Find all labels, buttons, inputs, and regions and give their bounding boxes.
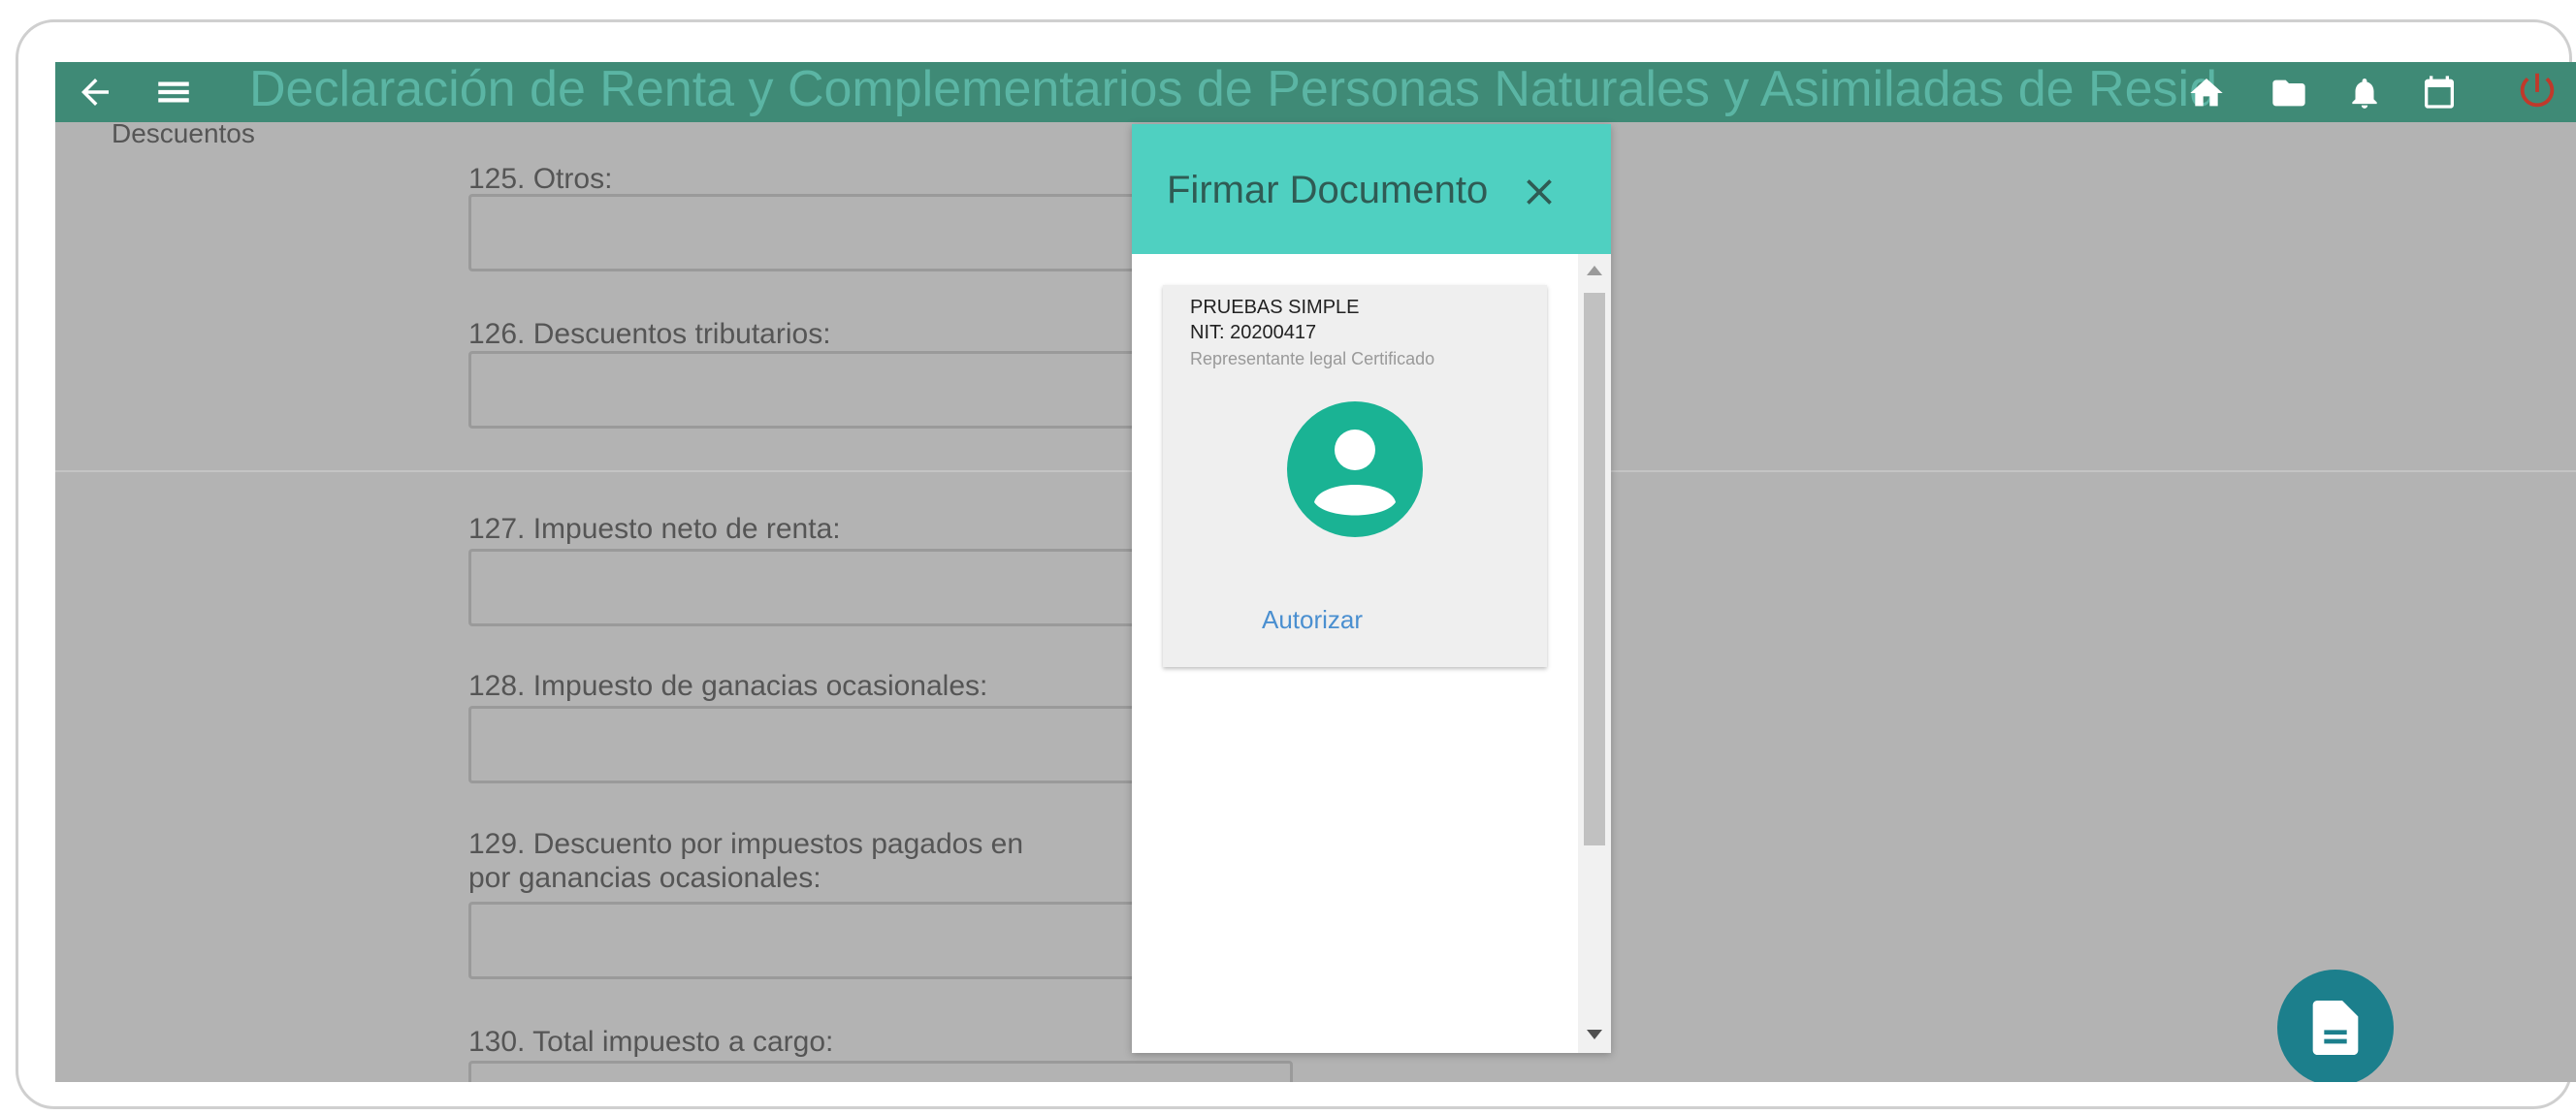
app-bar: Declaración de Renta y Complementarios d… (55, 62, 2576, 122)
field-label-126: 126. Descuentos tributarios: (468, 318, 831, 350)
calendar-icon[interactable] (2420, 72, 2459, 117)
home-icon[interactable] (2187, 74, 2226, 117)
modal-title: Firmar Documento (1167, 169, 1489, 211)
signer-nit: NIT: 20200417 (1190, 322, 1317, 343)
signer-role: Representante legal Certificado (1190, 349, 1435, 368)
field-label-127: 127. Impuesto neto de renta: (468, 513, 841, 545)
signer-name: PRUEBAS SIMPLE (1190, 297, 1360, 318)
field-label-129-line2: por ganancias ocasionales: (468, 862, 821, 894)
signer-card: PRUEBAS SIMPLE NIT: 20200417 Representan… (1163, 285, 1547, 667)
field-130-input[interactable] (468, 1061, 1293, 1082)
authorize-button[interactable]: Autorizar (1262, 605, 1363, 635)
user-avatar-icon (1287, 401, 1423, 537)
document-fab-button[interactable] (2277, 970, 2394, 1082)
scroll-up-arrow-icon[interactable] (1587, 266, 1602, 275)
bell-icon[interactable] (2346, 74, 2383, 117)
field-label-130: 130. Total impuesto a cargo: (468, 1026, 834, 1058)
field-label-129-line1: 129. Descuento por impuestos pagados en (468, 828, 1024, 860)
page-title: Declaración de Renta y Complementarios d… (249, 62, 2217, 117)
modal-scrollbar[interactable] (1578, 254, 1611, 1053)
sign-document-modal: Firmar Documento PRUEBAS SIMPLE NIT: 202… (1132, 124, 1611, 1053)
app-screen: Declaración de Renta y Complementarios d… (55, 62, 2576, 1082)
modal-body: PRUEBAS SIMPLE NIT: 20200417 Representan… (1132, 254, 1611, 1053)
document-icon (2312, 1001, 2359, 1060)
close-icon[interactable] (1518, 171, 1561, 213)
field-label-125: 125. Otros: (468, 163, 613, 195)
scrollbar-thumb[interactable] (1584, 293, 1605, 845)
power-icon[interactable] (2515, 68, 2560, 117)
section-label: Descuentos (112, 118, 255, 148)
field-label-128: 128. Impuesto de ganacias ocasionales: (468, 670, 988, 702)
modal-header: Firmar Documento (1132, 124, 1611, 254)
scroll-down-arrow-icon[interactable] (1587, 1030, 1602, 1039)
folder-icon[interactable] (2270, 74, 2308, 117)
back-arrow-icon[interactable] (75, 72, 115, 117)
menu-icon[interactable] (152, 72, 195, 117)
